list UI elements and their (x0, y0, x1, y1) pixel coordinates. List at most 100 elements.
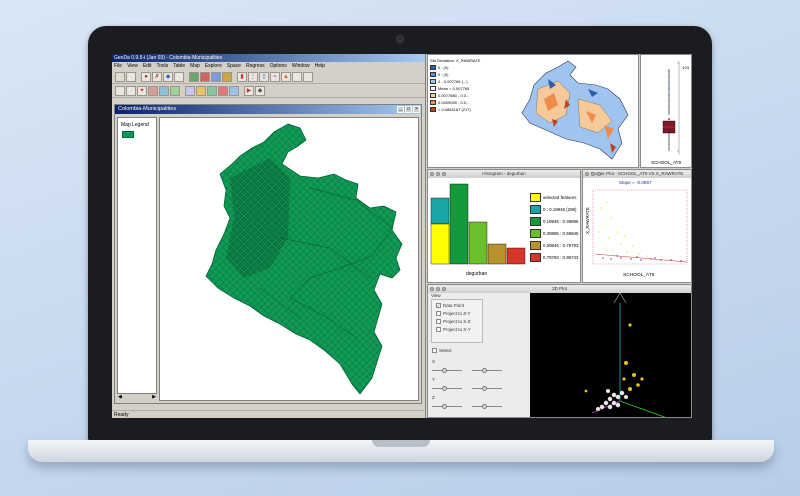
stddev-legend-item[interactable]: 0 - 0.007765 (...) (430, 78, 474, 85)
map-percentile-icon[interactable] (200, 71, 210, 82)
map-box-icon[interactable] (211, 71, 221, 82)
spatial-lag-icon[interactable]: ◆ (255, 85, 265, 96)
histogram-legend-item[interactable]: 0.59845 : 0.79793 (530, 240, 578, 250)
stddev-legend-item[interactable]: Mean = 0.007765 (430, 85, 474, 92)
moran-icon[interactable]: ✦ (137, 85, 147, 96)
menu-file[interactable]: File (114, 62, 122, 70)
z-slider-2[interactable] (472, 404, 502, 409)
menu-window[interactable]: Window (292, 62, 310, 70)
close-icon[interactable] (430, 172, 434, 176)
histogram-icon[interactable]: ▮ (237, 71, 247, 82)
map-stddev-icon[interactable] (222, 71, 232, 82)
3d-plot-canvas[interactable] (530, 293, 692, 418)
stddev-choropleth-map[interactable] (508, 59, 636, 165)
bivariate-icon[interactable] (159, 85, 169, 96)
scatter-ylabel: X_RAWRATE (585, 207, 590, 234)
map-smooth-icon[interactable] (207, 85, 217, 96)
menu-explore[interactable]: Explore (205, 62, 222, 70)
status-bar: Ready (112, 410, 426, 418)
pcp-icon[interactable]: ≈ (270, 71, 280, 82)
regress-icon[interactable]: ▶ (244, 85, 254, 96)
lisa-icon[interactable] (148, 85, 158, 96)
3d-plot-controls: View ✓ Data Point Project to Z-Y Project … (428, 293, 529, 411)
z-slider-1[interactable] (432, 404, 462, 409)
menu-options[interactable]: Options (270, 62, 287, 70)
close-icon[interactable] (585, 172, 589, 176)
histogram-title: Histogram - degurban (482, 171, 526, 176)
menu-map[interactable]: Map (190, 62, 200, 70)
menu-space[interactable]: Space (227, 62, 241, 70)
minimize-icon[interactable] (591, 172, 595, 176)
close-icon[interactable]: × (413, 106, 420, 113)
menu-edit[interactable]: Edit (143, 62, 152, 70)
zoom-icon[interactable] (442, 287, 446, 291)
scroll-right-icon[interactable]: ▶ (152, 394, 156, 400)
cartogram-icon[interactable] (185, 85, 195, 96)
y-slider-1[interactable] (432, 386, 462, 391)
legend-scrollbar[interactable]: ◀ ▶ (117, 393, 157, 400)
print-icon[interactable] (303, 71, 313, 82)
scroll-left-icon[interactable]: ◀ (118, 394, 122, 400)
map-empirical-icon[interactable] (229, 85, 239, 96)
zoom-icon[interactable] (442, 172, 446, 176)
map-legend-swatch[interactable] (122, 131, 134, 138)
menu-view[interactable]: View (127, 62, 138, 70)
minimize-icon[interactable]: _ (397, 106, 404, 113)
minimize-icon[interactable] (436, 172, 440, 176)
scatter-slope: Slope = -0.0857 (619, 180, 652, 185)
select-checkbox[interactable]: Select (432, 348, 452, 353)
stddev-legend-title: Std Deviation: X_RAWRATE (430, 58, 481, 63)
menu-table[interactable]: Table (173, 62, 185, 70)
close-icon[interactable] (430, 287, 434, 291)
map-quantile-icon[interactable] (189, 71, 199, 82)
stddev-legend-item[interactable]: > 0.0864167 (217) (430, 106, 474, 113)
menu-tools[interactable]: Tools (156, 62, 168, 70)
map-movie-icon[interactable] (196, 85, 206, 96)
stddev-legend-item[interactable]: 0.0409059 - 0.0... (430, 99, 474, 106)
close-project-icon[interactable] (126, 71, 136, 82)
minimize-icon[interactable] (436, 287, 440, 291)
scatter-chart[interactable] (591, 188, 691, 270)
project-zy-checkbox[interactable]: Project to Z-Y (436, 311, 482, 316)
map-excess-icon[interactable] (218, 85, 228, 96)
scatter-icon[interactable]: ⋮ (248, 71, 258, 82)
axis-z-label: Z (432, 395, 435, 400)
histogram-legend-item[interactable]: 0.39896 : 0.59845 (530, 228, 578, 238)
x-slider-1[interactable] (432, 368, 462, 373)
boxplot-icon[interactable]: ▯ (259, 71, 269, 82)
histogram-legend-item[interactable]: selected features (530, 192, 578, 202)
histogram-chart[interactable] (428, 178, 528, 274)
table-icon[interactable] (174, 71, 184, 82)
project-xy-checkbox[interactable]: Project to X-Y (436, 327, 482, 332)
histogram-legend-item[interactable]: 0.79793 : 0.99743 (530, 252, 578, 262)
stddev-legend-item[interactable]: 0.0077680 - 0.0... (430, 92, 474, 99)
box-plot-chart[interactable] (641, 55, 692, 168)
weights-open-icon[interactable] (126, 85, 136, 96)
colombia-map[interactable] (160, 118, 418, 400)
y-slider-2[interactable] (472, 386, 502, 391)
stddev-legend-item[interactable]: 0 : (0) (430, 71, 474, 78)
3d-plot-icon[interactable]: ▲ (281, 71, 291, 82)
stddev-legend-item[interactable]: 0 : (0) (430, 64, 474, 71)
stddev-legend: Std Deviation: X_RAWRATE 0 : (0) 0 : (0)… (430, 57, 481, 113)
histogram-legend-item[interactable]: 0.19948 : 0.39896 (530, 216, 578, 226)
x-slider-2[interactable] (472, 368, 502, 373)
window-controls: _ □ × (397, 105, 421, 114)
rates-icon[interactable] (170, 85, 180, 96)
open-project-icon[interactable] (115, 71, 125, 82)
weights-create-icon[interactable] (115, 85, 125, 96)
map-canvas[interactable] (159, 117, 419, 401)
maximize-icon[interactable]: □ (405, 106, 412, 113)
conditional-plot-icon[interactable] (292, 71, 302, 82)
pin-icon[interactable]: ● (141, 71, 151, 82)
data-point-checkbox[interactable]: ✓ Data Point (436, 303, 482, 308)
map-legend-label: Map Legend (121, 122, 149, 128)
menu-bar: File View Edit Tools Table Map Explore S… (112, 62, 425, 70)
menu-help[interactable]: Help (315, 62, 325, 70)
cursor-icon[interactable]: ✗ (152, 71, 162, 82)
project-xz-checkbox[interactable]: Project to X-Z (436, 319, 482, 324)
select-icon[interactable]: ◆ (163, 71, 173, 82)
histogram-legend-item[interactable]: 0 : 0.19948 (298) (530, 204, 578, 214)
menu-regress[interactable]: Regress (246, 62, 265, 70)
zoom-icon[interactable] (597, 172, 601, 176)
